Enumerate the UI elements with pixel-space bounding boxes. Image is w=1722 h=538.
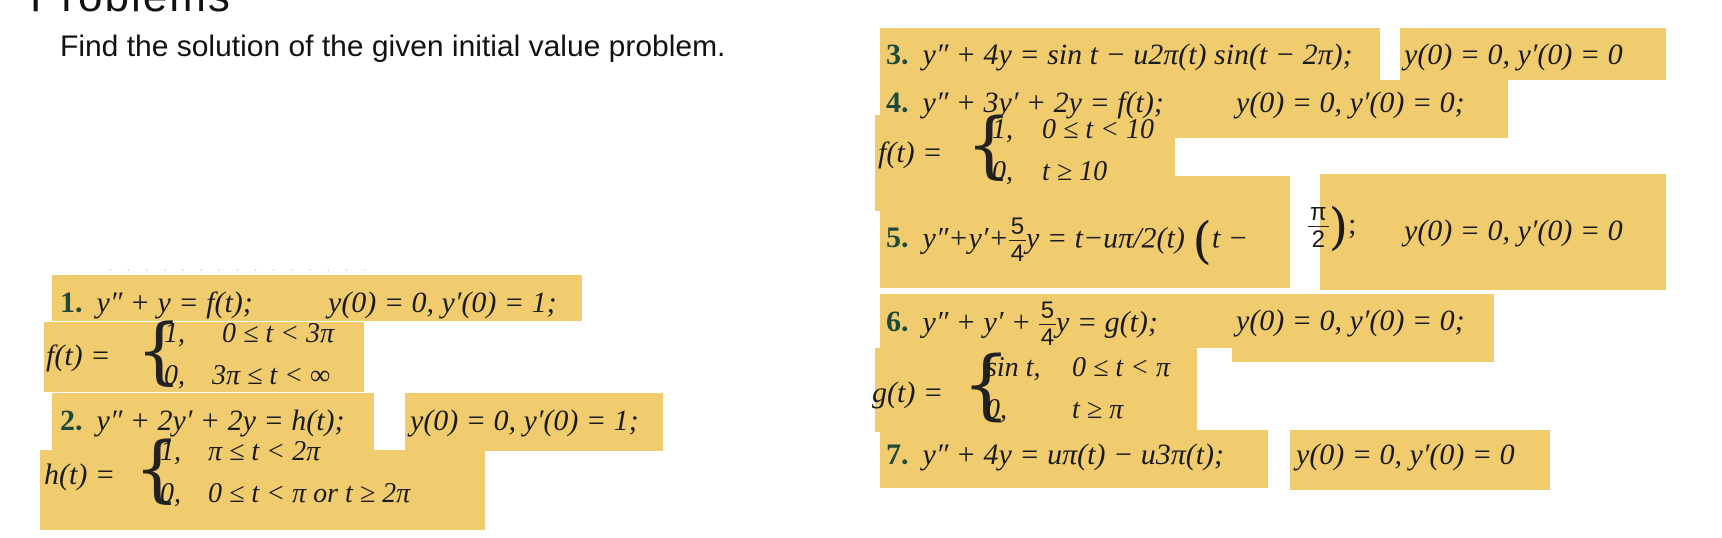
problem-6-conditions: y(0) = 0, y′(0) = 0; bbox=[1236, 304, 1465, 337]
problem-2-func-lhs: h(t) = bbox=[44, 458, 116, 491]
instruction-text: Find the solution of the given initial v… bbox=[60, 30, 726, 63]
problem-7-equation: 7. y″ + 4y = uπ(t) − u3π(t); bbox=[886, 438, 1225, 471]
problem-number: 2. bbox=[60, 404, 83, 437]
problem-3-equation: 3. y″ + 4y = sin t − u2π(t) sin(t − 2π); bbox=[886, 38, 1353, 71]
problem-4-case-2-cond: t ≥ 10 bbox=[1042, 156, 1108, 187]
problem-4-case-1-value: 1, bbox=[992, 114, 1013, 145]
problem-6-case-2-value: 0, bbox=[986, 394, 1007, 425]
problem-6-equation: 6. y″ + y′ + 54y = g(t); bbox=[886, 297, 1158, 351]
problem-5-inner-fraction: π 2); bbox=[1308, 197, 1357, 256]
problem-6-case-1-value: sin t, bbox=[986, 352, 1041, 383]
fraction: 54 bbox=[1008, 213, 1027, 267]
problem-5-equation: 5. y″+y′+ 5 4 y = t−uπ/2(t) (t − bbox=[886, 211, 1248, 270]
problem-6-case-2-cond: t ≥ π bbox=[1072, 394, 1124, 425]
left-paren: ( bbox=[1192, 211, 1212, 270]
problem-1-conditions: y(0) = 0, y′(0) = 1; bbox=[328, 286, 557, 319]
problem-number: 7. bbox=[886, 438, 909, 471]
problem-4-case-2-value: 0, bbox=[992, 156, 1013, 187]
problem-2-case-2-cond: 0 ≤ t < π or t ≥ 2π bbox=[208, 478, 411, 509]
problem-5-conditions: y(0) = 0, y′(0) = 0 bbox=[1404, 214, 1623, 247]
problem-4-conditions: y(0) = 0, y′(0) = 0; bbox=[1236, 86, 1465, 119]
faint-dots: · · · · · · · · · · · · · · · bbox=[108, 264, 372, 279]
problem-number: 3. bbox=[886, 38, 909, 71]
problem-2-case-2-value: 0, bbox=[160, 478, 181, 509]
problem-2-case-1-value: 1, bbox=[160, 436, 181, 467]
problem-number: 5. bbox=[886, 221, 909, 255]
problem-1-case-2-cond: 3π ≤ t < ∞ bbox=[212, 360, 331, 391]
fraction: 54 bbox=[1038, 297, 1057, 351]
problem-1-case-1-cond: 0 ≤ t < 3π bbox=[222, 318, 335, 349]
fraction: π2 bbox=[1308, 199, 1329, 253]
problem-number: 1. bbox=[60, 286, 83, 319]
problem-6-func-lhs: g(t) = bbox=[872, 376, 944, 409]
problem-1-case-1-value: 1, bbox=[164, 318, 185, 349]
problem-1-func-lhs: f(t) = bbox=[46, 339, 111, 372]
problem-number: 4. bbox=[886, 86, 909, 119]
problem-2-case-1-cond: π ≤ t < 2π bbox=[208, 436, 321, 467]
problem-2-equation: 2. y″ + 2y′ + 2y = h(t); bbox=[60, 404, 345, 437]
problem-2-conditions: y(0) = 0, y′(0) = 1; bbox=[410, 404, 639, 437]
problem-4-case-1-cond: 0 ≤ t < 10 bbox=[1042, 114, 1155, 145]
right-paren: ) bbox=[1328, 197, 1349, 256]
problem-6-case-1-cond: 0 ≤ t < π bbox=[1072, 352, 1171, 383]
problem-1-case-2-value: 0, bbox=[164, 360, 185, 391]
problem-3-conditions: y(0) = 0, y′(0) = 0 bbox=[1404, 38, 1623, 71]
page-title-fragment: Problems bbox=[30, 0, 232, 22]
problem-number: 6. bbox=[886, 305, 909, 339]
problem-7-conditions: y(0) = 0, y′(0) = 0 bbox=[1296, 438, 1515, 471]
problem-4-func-lhs: f(t) = bbox=[878, 136, 943, 169]
